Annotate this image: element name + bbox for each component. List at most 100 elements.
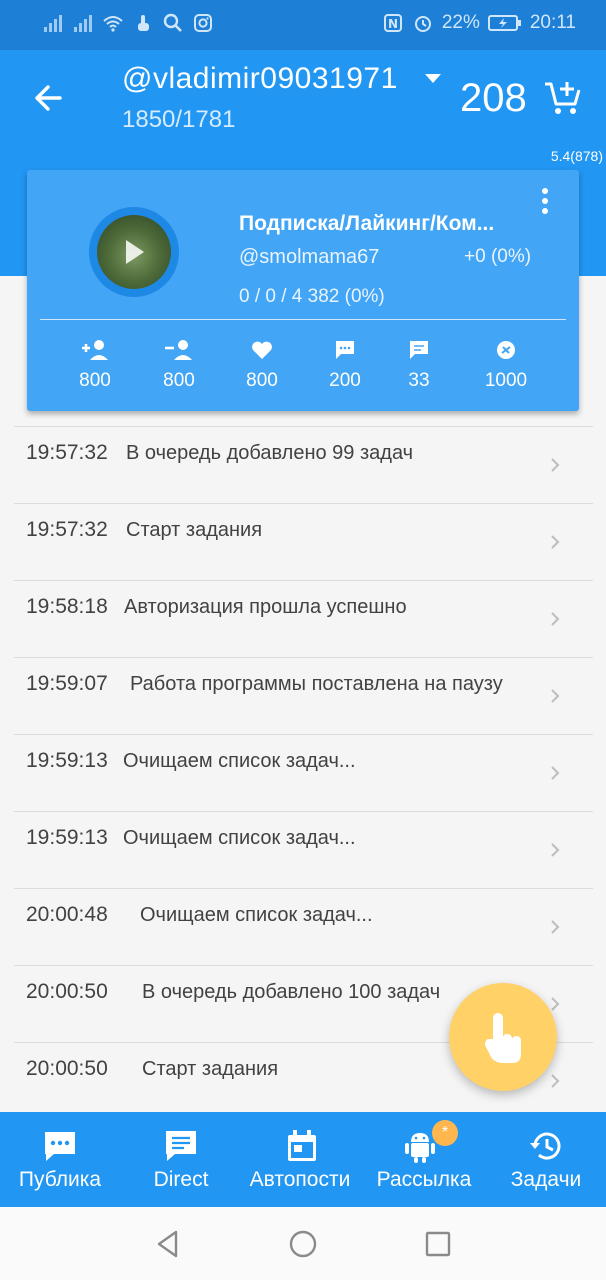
log-message: Работа программы поставлена на паузу — [130, 673, 503, 695]
log-time: 20:00:50 — [26, 1057, 108, 1080]
log-time: 19:59:13 — [26, 749, 108, 772]
battery-percent: 22% — [441, 12, 480, 33]
nav-item-direct[interactable]: Direct — [122, 1112, 240, 1207]
instagram-icon — [194, 14, 212, 32]
back-triangle-icon[interactable] — [153, 1229, 183, 1259]
app-version: 5.4(878) — [550, 148, 603, 164]
log-time: 20:00:50 — [26, 980, 108, 1003]
status-icons-right: N 22% 20:11 — [382, 12, 576, 34]
signal-icon — [44, 15, 62, 32]
nav-label: Задачи — [510, 1168, 582, 1191]
nfc-icon: N — [383, 14, 402, 32]
stat-likes: 800 — [227, 338, 297, 392]
log-message: В очередь добавлено 99 задач — [126, 442, 414, 464]
task-progress: 0 / 0 / 4 382 (0%) — [239, 286, 385, 307]
recents-square-icon[interactable] — [423, 1229, 453, 1259]
log-time: 19:59:13 — [26, 826, 108, 849]
remove-user-icon — [165, 340, 192, 360]
stat-unfollow: 800 — [144, 338, 214, 392]
chevron-right-icon — [551, 458, 560, 472]
log-message: Очищаем список задач... — [123, 827, 356, 849]
touch-hand-icon — [485, 1013, 521, 1063]
log-row[interactable]: 20:00:48 Очищаем список задач... — [14, 888, 593, 965]
task-target-account: @smolmama67 — [239, 246, 380, 268]
chevron-right-icon — [551, 1074, 560, 1088]
stat-comments: 200 — [310, 338, 380, 392]
nav-item-publika[interactable]: Публика — [0, 1112, 120, 1207]
stat-follow: 800 — [60, 338, 130, 392]
avatar-ring — [89, 207, 179, 297]
log-row[interactable]: 19:58:18 Авторизация прошла успешно — [14, 580, 593, 657]
log-row[interactable]: 19:59:13 Очищаем список задач... — [14, 734, 593, 811]
log-time: 19:57:32 — [26, 518, 108, 541]
history-icon — [530, 1132, 561, 1160]
log-time: 19:58:18 — [26, 595, 108, 618]
avatar — [97, 215, 171, 289]
chat-dots-icon — [45, 1132, 75, 1161]
log-row[interactable]: 19:59:07 Работа программы поставлена на … — [14, 657, 593, 734]
stat-value: 800 — [163, 370, 195, 391]
log-message: Очищаем список задач... — [123, 750, 356, 772]
search-icon — [163, 13, 182, 32]
account-name[interactable]: @vladimir09031971 — [122, 62, 398, 96]
task-card[interactable]: Подписка/Лайкинг/Ком... @smolmama67 +0 (… — [27, 170, 579, 411]
battery-charging-icon — [487, 15, 521, 31]
chevron-right-icon — [551, 920, 560, 934]
status-bar: N 22% 20:11 — [0, 0, 606, 50]
touch-action-button[interactable] — [449, 983, 557, 1091]
card-divider — [40, 319, 566, 320]
chevron-right-icon — [551, 766, 560, 780]
chevron-right-icon — [551, 997, 560, 1011]
wifi-icon — [103, 16, 123, 32]
add-to-cart-icon[interactable] — [543, 78, 583, 118]
nav-label: Публика — [18, 1168, 102, 1191]
stat-value: 800 — [79, 370, 111, 391]
nav-label: Рассылка — [376, 1168, 472, 1191]
back-arrow-icon[interactable] — [30, 80, 66, 116]
calendar-icon — [288, 1130, 316, 1161]
log-row[interactable]: 19:57:32 В очередь добавлено 99 задач — [14, 426, 593, 503]
task-delta: +0 (0%) — [464, 246, 532, 267]
stories-icon — [497, 341, 515, 359]
app-bar: @vladimir09031971 1850/1781 208 — [0, 50, 606, 146]
chevron-right-icon — [551, 612, 560, 626]
log-message: Авторизация прошла успешно — [124, 596, 407, 618]
bottom-navigation: Публика Direct Автопости * Рассылка Зада… — [0, 1112, 606, 1207]
alarm-icon — [414, 16, 431, 32]
more-vert-icon[interactable] — [539, 188, 551, 218]
log-time: 20:00:48 — [26, 903, 108, 926]
log-message: Старт задания — [126, 519, 263, 541]
account-dropdown-icon[interactable] — [425, 74, 441, 83]
stat-value: 1000 — [484, 370, 528, 391]
nav-label: Автопости — [249, 1168, 351, 1191]
stat-stories: 1000 — [471, 338, 541, 392]
log-message: В очередь добавлено 100 задач — [142, 981, 441, 1003]
task-title: Подписка/Лайкинг/Ком... — [239, 212, 495, 235]
nav-item-mailing[interactable]: * Рассылка — [364, 1112, 484, 1207]
chevron-right-icon — [551, 535, 560, 549]
system-navigation-bar — [0, 1207, 606, 1280]
stat-value: 800 — [246, 370, 278, 391]
log-row[interactable]: 19:57:32 Старт задания — [14, 503, 593, 580]
log-time: 19:59:07 — [26, 672, 108, 695]
chevron-right-icon — [551, 843, 560, 857]
svg-text:N: N — [388, 17, 398, 31]
clock: 20:11 — [529, 12, 576, 33]
log-message: Очищаем список задач... — [140, 904, 373, 926]
comment-icon — [336, 341, 354, 359]
nav-label: Direct — [153, 1168, 209, 1191]
stat-direct: 33 — [384, 338, 454, 392]
home-circle-icon[interactable] — [288, 1229, 318, 1259]
nav-item-tasks[interactable]: Задачи — [486, 1112, 606, 1207]
notification-badge: * — [432, 1120, 458, 1146]
play-icon — [126, 240, 144, 264]
message-icon — [410, 341, 428, 359]
nav-item-autoposting[interactable]: Автопости — [240, 1112, 360, 1207]
log-row[interactable]: 19:59:13 Очищаем список задач... — [14, 811, 593, 888]
status-icons-left — [42, 12, 214, 34]
heart-icon — [252, 341, 272, 359]
balance-count: 208 — [460, 76, 527, 120]
account-follow-counts: 1850/1781 — [122, 106, 236, 133]
stat-value: 33 — [408, 370, 430, 391]
add-user-icon — [82, 340, 108, 360]
